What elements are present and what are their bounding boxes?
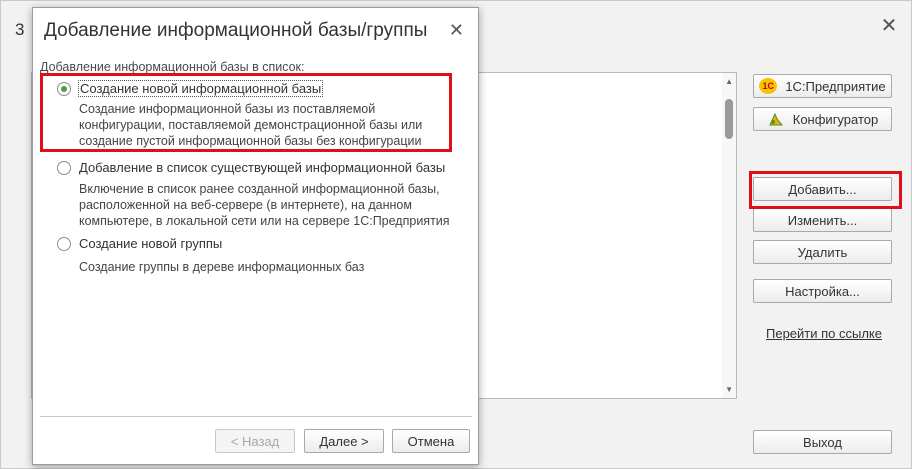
section-label: Добавление информационной базы в список:: [40, 60, 305, 74]
delete-button[interactable]: Удалить: [753, 240, 892, 264]
next-button[interactable]: Далее >: [304, 429, 384, 453]
dialog-close-icon[interactable]: ✕: [449, 20, 464, 40]
launcher-close-icon[interactable]: ✕: [879, 16, 899, 36]
configurator-icon: [767, 111, 785, 127]
add-button-highlight: [749, 171, 902, 209]
cancel-button[interactable]: Отмена: [392, 429, 470, 453]
radio-create-group[interactable]: [57, 236, 71, 251]
settings-button[interactable]: Настройка...: [753, 279, 892, 303]
radio-add-existing-infobase[interactable]: [57, 160, 71, 175]
enterprise-button[interactable]: 1C 1С:Предприятие: [753, 74, 892, 98]
go-to-link[interactable]: Перейти по ссылке: [766, 326, 882, 341]
back-button[interactable]: < Назад: [215, 429, 295, 453]
option-description: Создание группы в дереве информационных …: [79, 260, 365, 274]
option-label: Добавление в список существующей информа…: [79, 160, 446, 175]
list-scrollbar[interactable]: ▲ ▼: [722, 73, 736, 398]
add-infobase-dialog: Добавление информационной базы/группы ✕ …: [32, 7, 479, 465]
exit-button[interactable]: Выход: [753, 430, 892, 454]
scroll-down-icon[interactable]: ▼: [725, 385, 733, 394]
edit-button[interactable]: Изменить...: [753, 208, 892, 232]
scroll-up-icon[interactable]: ▲: [725, 77, 733, 86]
option-add-existing-infobase[interactable]: Добавление в список существующей информа…: [57, 160, 445, 175]
launcher-title: 3: [15, 20, 25, 39]
configurator-button[interactable]: Конфигуратор: [753, 107, 892, 131]
dialog-separator: [40, 416, 472, 417]
1c-logo-icon: 1C: [759, 78, 778, 94]
configurator-button-label: Конфигуратор: [792, 111, 879, 127]
scroll-thumb[interactable]: [725, 99, 733, 139]
option-create-group[interactable]: Создание новой группы: [57, 236, 222, 251]
option-label: Создание новой группы: [79, 236, 223, 251]
option-description: Включение в список ранее созданной инфор…: [79, 182, 450, 228]
option-highlight: [40, 73, 452, 152]
dialog-title: Добавление информационной базы/группы: [44, 20, 428, 41]
enterprise-button-label: 1С:Предприятие: [785, 78, 886, 94]
